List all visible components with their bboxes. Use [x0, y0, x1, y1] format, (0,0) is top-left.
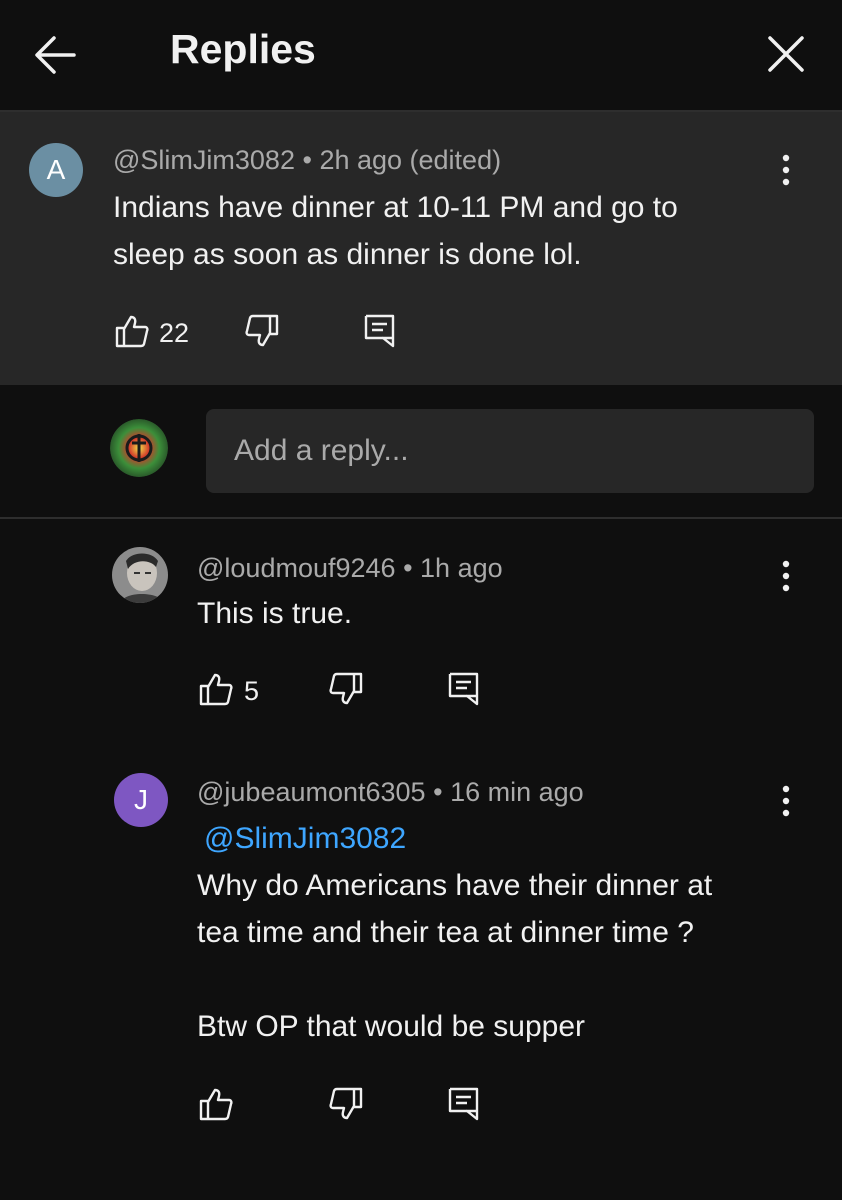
reply-input[interactable] [206, 409, 814, 493]
header-bar: Replies [0, 0, 842, 112]
back-button[interactable] [28, 28, 86, 82]
dislike-button[interactable] [243, 312, 283, 352]
dislike-button[interactable] [327, 670, 367, 710]
more-vertical-icon [782, 154, 790, 186]
avatar[interactable]: A [29, 143, 83, 197]
comment-time: 2h ago (edited) [319, 145, 502, 175]
thumbs-up-icon [115, 315, 149, 348]
separator-dot: • [302, 145, 320, 175]
reply-button[interactable] [445, 670, 485, 710]
avatar[interactable] [112, 547, 168, 603]
comment-text: This is true. [197, 597, 353, 630]
more-vertical-icon [782, 560, 790, 592]
separator-dot: • [403, 553, 421, 583]
avatar-photo [112, 547, 168, 603]
comment-meta: @loudmouf9246 • 1h ago [197, 553, 503, 584]
like-button[interactable] [113, 312, 153, 352]
reply-button[interactable] [361, 312, 401, 352]
comment-text: @SlimJim3082 Why do Americans have their… [197, 815, 777, 1050]
thumbs-up-icon [199, 1088, 233, 1121]
comment-icon [448, 1087, 479, 1121]
more-vertical-icon [782, 785, 790, 817]
reply-compose-row [0, 385, 842, 519]
like-button[interactable] [197, 670, 237, 710]
comment-time: 16 min ago [450, 777, 584, 807]
more-options-button[interactable] [771, 554, 801, 598]
arrow-left-icon [35, 36, 76, 74]
user-avatar-image [110, 419, 168, 477]
close-icon [768, 36, 804, 72]
thumbs-down-icon [329, 672, 363, 705]
comment-meta: @SlimJim3082 • 2h ago (edited) [113, 145, 501, 176]
like-count: 5 [244, 676, 260, 706]
like-count: 22 [159, 318, 190, 348]
reply-button[interactable] [445, 1085, 485, 1125]
comment-text-line: sleep as soon as dinner is done lol. [113, 238, 582, 271]
comment-author[interactable]: @jubeaumont6305 [197, 777, 426, 807]
page-title: Replies [170, 26, 316, 72]
close-button[interactable] [758, 30, 814, 80]
comment-text-line: Btw OP that would be supper [197, 1010, 586, 1043]
comment-text: Indians have dinner at 10-11 PM and go t… [113, 184, 678, 278]
avatar-letter: J [134, 784, 148, 815]
thumbs-up-icon [199, 673, 233, 706]
like-button[interactable] [197, 1085, 237, 1125]
mention-link[interactable]: @SlimJim3082 [197, 815, 777, 862]
thumbs-down-icon [329, 1087, 363, 1120]
more-options-button[interactable] [771, 779, 801, 823]
avatar-letter: A [46, 154, 66, 185]
separator-dot: • [433, 777, 451, 807]
comment-text-line: Indians have dinner at 10-11 PM and go t… [113, 191, 678, 224]
comment-icon [364, 314, 395, 348]
thumbs-down-icon [245, 314, 279, 347]
user-avatar[interactable] [110, 419, 168, 477]
dislike-button[interactable] [327, 1085, 367, 1125]
comment-author[interactable]: @SlimJim3082 [113, 145, 295, 175]
comment-meta: @jubeaumont6305 • 16 min ago [197, 777, 584, 808]
avatar[interactable]: J [114, 773, 168, 827]
comment-time: 1h ago [420, 553, 503, 583]
parent-comment: A @SlimJim3082 • 2h ago (edited) Indians… [0, 112, 842, 385]
comment-text-line: tea time and their tea at dinner time ? [197, 916, 694, 949]
comment-text-line: Why do Americans have their dinner at [197, 869, 713, 902]
comment-author[interactable]: @loudmouf9246 [197, 553, 396, 583]
comment-icon [448, 672, 479, 706]
more-options-button[interactable] [771, 148, 801, 192]
